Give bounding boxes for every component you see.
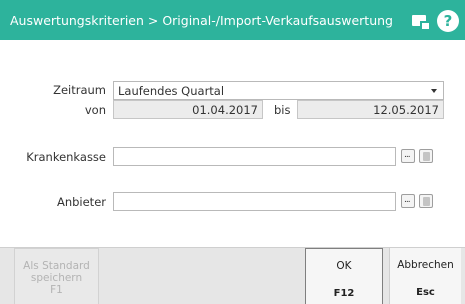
- von-date-field: 01.04.2017: [113, 100, 263, 119]
- krankenkasse-label: Krankenkasse: [26, 150, 106, 164]
- standard-line2: speichern: [30, 272, 83, 284]
- cancel-label: Abbrechen: [397, 259, 454, 271]
- krankenkasse-clear-button[interactable]: [419, 149, 433, 163]
- standard-key: F1: [50, 284, 63, 296]
- save-as-standard-button[interactable]: Als Standard speichern F1: [14, 248, 99, 304]
- anbieter-clear-button[interactable]: [419, 194, 433, 208]
- ok-button[interactable]: OK F12: [305, 248, 383, 304]
- cancel-key: Esc: [416, 287, 435, 298]
- button-bar: Als Standard speichern F1 OK F12 Abbrech…: [0, 247, 465, 304]
- zeitraum-value: Laufendes Quartal: [118, 84, 225, 98]
- ellipsis-icon: ...: [404, 195, 411, 205]
- zeitraum-select[interactable]: Laufendes Quartal: [113, 81, 444, 100]
- help-icon[interactable]: ?: [437, 10, 459, 32]
- krankenkasse-select-button[interactable]: ...: [401, 149, 415, 163]
- ellipsis-icon: ...: [404, 150, 411, 160]
- anbieter-select-button[interactable]: ...: [401, 194, 415, 208]
- cancel-button[interactable]: Abbrechen Esc: [389, 248, 461, 304]
- title-bar: Auswertungskriterien > Original-/Import-…: [0, 0, 465, 40]
- krankenkasse-field[interactable]: [113, 147, 396, 166]
- bis-label: bis: [274, 103, 291, 117]
- trash-icon: [423, 152, 430, 161]
- standard-line1: Als Standard: [23, 260, 90, 272]
- ok-label: OK: [336, 260, 352, 272]
- chevron-down-icon: [431, 89, 437, 93]
- zeitraum-label: Zeitraum: [53, 83, 106, 97]
- von-label: von: [84, 103, 106, 117]
- bis-value: 12.05.2017: [373, 103, 439, 117]
- anbieter-label: Anbieter: [56, 195, 106, 209]
- window-title: Auswertungskriterien > Original-/Import-…: [10, 13, 393, 28]
- trash-icon: [423, 197, 430, 206]
- anbieter-field[interactable]: [113, 192, 396, 211]
- ok-key: F12: [333, 288, 355, 299]
- von-value: 01.04.2017: [192, 103, 258, 117]
- screen-icon[interactable]: [412, 15, 429, 29]
- bis-date-field: 12.05.2017: [297, 100, 444, 119]
